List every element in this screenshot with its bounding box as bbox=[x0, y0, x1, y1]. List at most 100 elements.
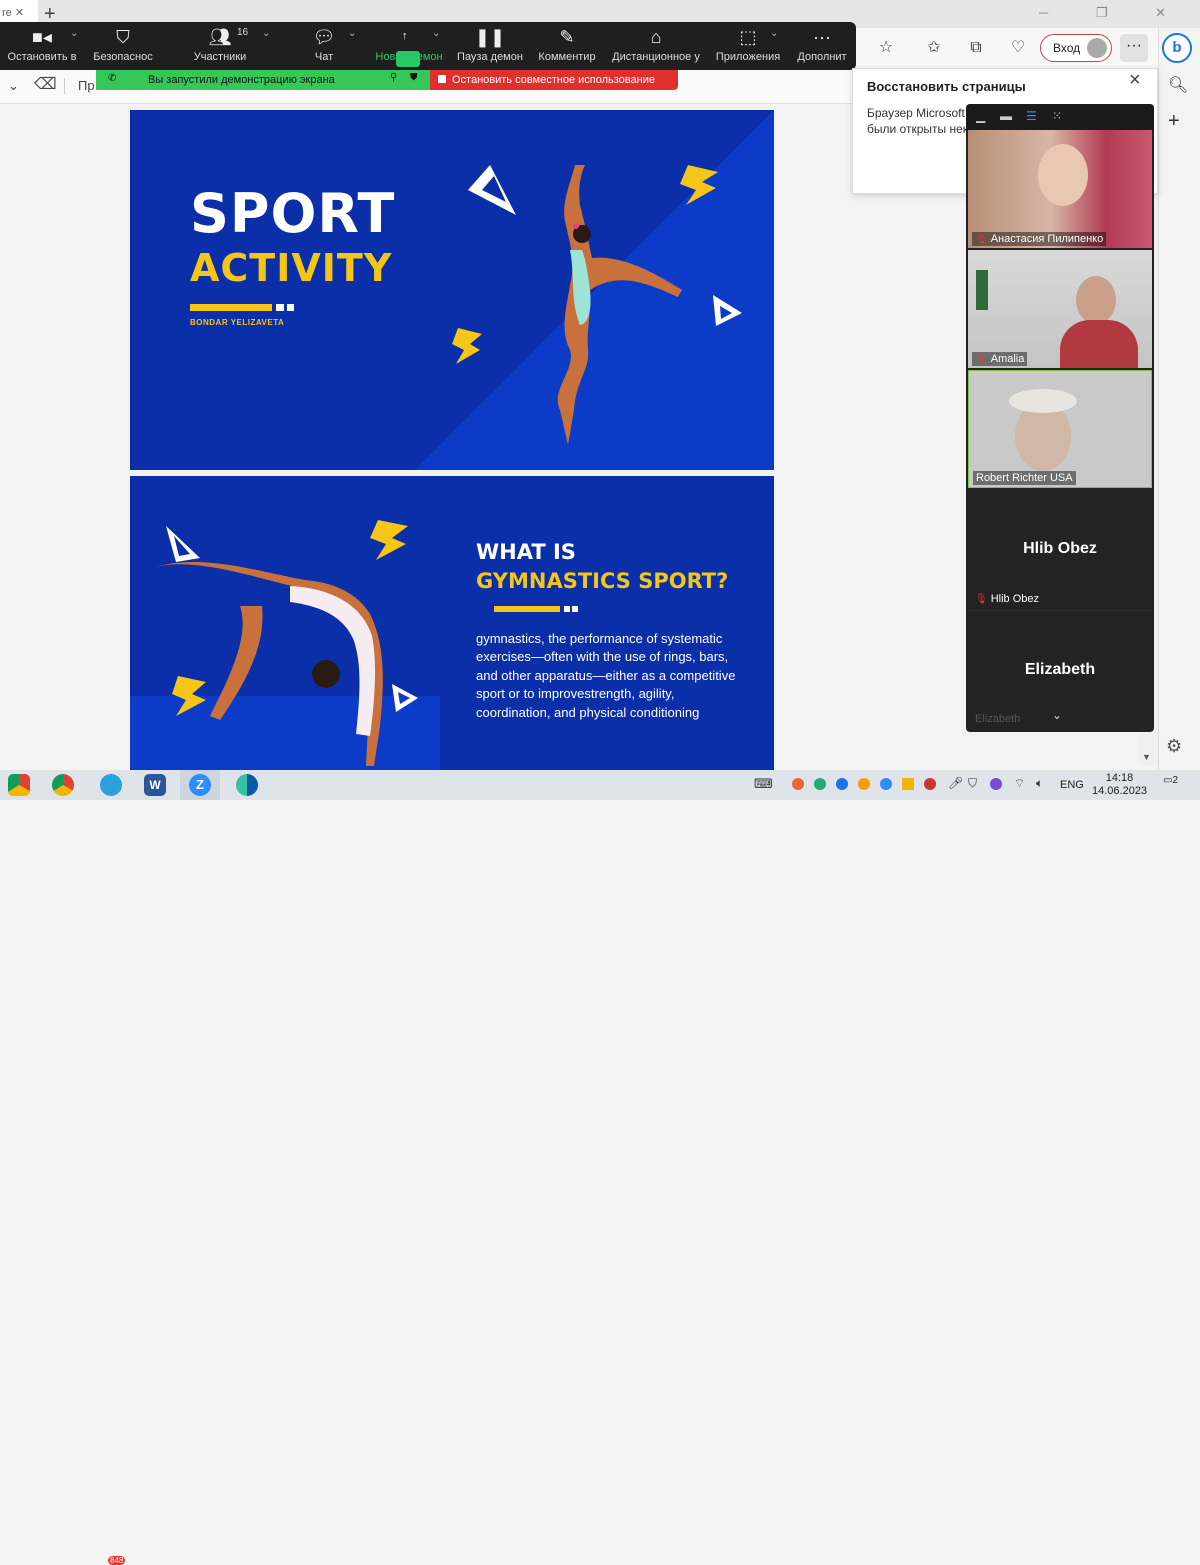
participant-tile[interactable]: 🎙︎ Amalia bbox=[968, 250, 1152, 368]
search-icon[interactable]: 🔍︎ bbox=[1168, 75, 1188, 95]
chevron-up-icon[interactable]: ⌄ bbox=[770, 28, 778, 39]
edge-sidebar bbox=[1158, 28, 1200, 770]
clock-time: 14:18 bbox=[1105, 772, 1134, 784]
tray-app-icon[interactable] bbox=[792, 778, 804, 790]
clock[interactable]: 14:18 14.06.2023 bbox=[1092, 772, 1147, 798]
pause-share-button[interactable]: ❚❚ Пауза демон bbox=[452, 22, 528, 70]
slide-sport-activity: SPORT ACTIVITY BONDAR YELIZAVETA bbox=[130, 110, 774, 470]
gallery-view-icon[interactable]: ⁙ bbox=[1052, 109, 1062, 123]
shield-tray-icon[interactable]: ⛉ bbox=[968, 776, 977, 791]
person-icon: ⚲ bbox=[390, 72, 398, 83]
stop-icon bbox=[438, 75, 446, 83]
more-button[interactable]: ··· Дополнит bbox=[792, 22, 852, 70]
participant-tile-active[interactable]: Robert Richter USA bbox=[968, 370, 1152, 488]
participant-name: 🎙︎ Hlib Obez bbox=[972, 592, 1042, 606]
restore-title: Восстановить страницы bbox=[867, 79, 1026, 94]
strip-view-icon[interactable]: ☰ bbox=[1026, 109, 1037, 123]
chevron-down-icon[interactable]: ⌄ bbox=[8, 78, 19, 94]
chrome-icon[interactable] bbox=[52, 774, 74, 796]
slide-what-is-gymnastics: WHAT IS GYMNASTICS SPORT? gymnastics, th… bbox=[130, 476, 774, 772]
stop-video-label: Остановить в bbox=[7, 51, 77, 63]
network-icon[interactable]: ⌔ bbox=[1014, 776, 1025, 791]
stop-share-label: Остановить совместное использование bbox=[452, 74, 655, 86]
login-label: Вход bbox=[1053, 41, 1081, 55]
chevron-up-icon[interactable]: ⌄ bbox=[432, 28, 440, 39]
profile-avatar[interactable] bbox=[1087, 38, 1107, 58]
share-notice-text: Вы запустили демонстрацию экрана bbox=[148, 74, 335, 86]
window-controls[interactable]: ─ ❐ ✕ bbox=[1039, 5, 1188, 21]
slide1-title-line1: SPORT bbox=[190, 182, 396, 245]
favorite-star-icon[interactable]: ☆ bbox=[874, 36, 898, 60]
accent-bar bbox=[494, 606, 560, 612]
toolbar-partial-label[interactable]: Пр bbox=[78, 78, 95, 93]
eraser-icon[interactable]: ⌫ bbox=[34, 74, 57, 94]
zoom-icon[interactable]: Z bbox=[189, 774, 211, 796]
favorites-icon[interactable]: ✩ bbox=[922, 36, 946, 60]
more-icon: ··· bbox=[813, 27, 831, 47]
edge-icon[interactable] bbox=[236, 774, 258, 796]
chat-button[interactable]: 💬︎ Чат bbox=[296, 22, 352, 70]
participant-tile[interactable]: 🎙︎ Анастасия Пилипенко bbox=[968, 130, 1152, 248]
name-text: Robert Richter USA bbox=[976, 472, 1073, 484]
security-button[interactable]: ⛉ Безопаснос bbox=[86, 22, 160, 70]
remote-control-button[interactable]: ⌂ Дистанционное у bbox=[606, 22, 706, 70]
remote-control-label: Дистанционное у bbox=[612, 51, 700, 63]
diagonal-panel bbox=[415, 110, 774, 470]
tab-label: re bbox=[2, 7, 12, 19]
keyboard-icon[interactable]: ⌨ bbox=[754, 776, 773, 792]
chevron-up-icon[interactable]: ⌄ bbox=[262, 28, 270, 39]
tray-app-icon[interactable] bbox=[858, 778, 870, 790]
gear-icon[interactable]: ⚙ bbox=[1166, 736, 1182, 757]
bing-icon[interactable]: b bbox=[1162, 33, 1192, 63]
lightning-icon bbox=[370, 520, 408, 560]
participant-big-name: Elizabeth bbox=[1024, 661, 1096, 678]
share-notice-bar: Вы запустили демонстрацию экрана bbox=[96, 70, 430, 90]
tray-app-icon[interactable] bbox=[902, 778, 914, 790]
chevron-down-icon[interactable]: ⌄ bbox=[1052, 708, 1062, 722]
participant-tile[interactable]: Hlib Obez 🎙︎ Hlib Obez bbox=[968, 490, 1152, 608]
hair-bow bbox=[573, 223, 579, 229]
shield-icon: ⛉ bbox=[116, 27, 130, 47]
stop-video-button[interactable]: ■◂ Остановить в bbox=[4, 22, 80, 70]
pencil-icon: ✎ bbox=[559, 27, 575, 47]
browser-essentials-icon[interactable]: ♡ bbox=[1006, 36, 1030, 60]
tray-app-icon[interactable] bbox=[836, 778, 848, 790]
browser-menu-button[interactable]: ··· bbox=[1120, 34, 1148, 62]
scroll-down-icon[interactable]: ▼ bbox=[1142, 752, 1151, 762]
restore-body: Браузер Microsoft были открыты нек bbox=[867, 106, 968, 136]
chevron-up-icon[interactable]: ⌄ bbox=[348, 28, 356, 39]
notifications-icon[interactable]: ▭2 bbox=[1163, 775, 1185, 795]
participant-video bbox=[1076, 276, 1116, 324]
chrome-icon[interactable] bbox=[8, 774, 30, 796]
video-icon: ■◂ bbox=[32, 27, 52, 47]
accent-square bbox=[572, 606, 578, 612]
word-icon[interactable]: W bbox=[144, 774, 166, 796]
tray-app-icon[interactable] bbox=[990, 778, 1002, 790]
mouse-icon: ⌂ bbox=[650, 27, 662, 47]
stop-share-button[interactable]: Остановить совместное использование bbox=[430, 70, 678, 90]
microphone-icon[interactable]: 🎤︎ bbox=[948, 776, 963, 790]
more-label: Дополнит bbox=[797, 51, 847, 63]
language-indicator[interactable]: ENG bbox=[1060, 779, 1084, 791]
annotate-label: Комментир bbox=[538, 51, 596, 63]
name-text: Hlib Obez bbox=[990, 593, 1039, 605]
minimize-icon[interactable]: ▁ bbox=[976, 109, 985, 123]
zoom-tray-icon[interactable] bbox=[880, 778, 892, 790]
collections-icon[interactable]: ⧉ bbox=[964, 36, 988, 60]
tray-app-icon[interactable] bbox=[924, 778, 936, 790]
add-icon[interactable]: + bbox=[1168, 110, 1180, 133]
volume-icon[interactable]: 🔈︎ bbox=[1036, 776, 1043, 791]
notification-count: 2 bbox=[1172, 775, 1179, 786]
chevron-up-icon[interactable]: ⌄ bbox=[70, 28, 78, 39]
tray-app-icon[interactable] bbox=[814, 778, 826, 790]
telegram-icon[interactable] bbox=[100, 774, 122, 796]
annotate-button[interactable]: ✎ Комментир bbox=[532, 22, 602, 70]
participant-big-name: Hlib Obez bbox=[1023, 540, 1097, 557]
accent-bar bbox=[190, 304, 272, 311]
close-icon[interactable]: × bbox=[1129, 69, 1141, 92]
accent-square bbox=[287, 304, 294, 311]
chat-label: Чат bbox=[314, 51, 334, 63]
participant-video bbox=[1038, 144, 1088, 206]
pause-share-label: Пауза демон bbox=[457, 51, 523, 63]
speaker-view-icon[interactable]: ▬ bbox=[1000, 109, 1012, 123]
